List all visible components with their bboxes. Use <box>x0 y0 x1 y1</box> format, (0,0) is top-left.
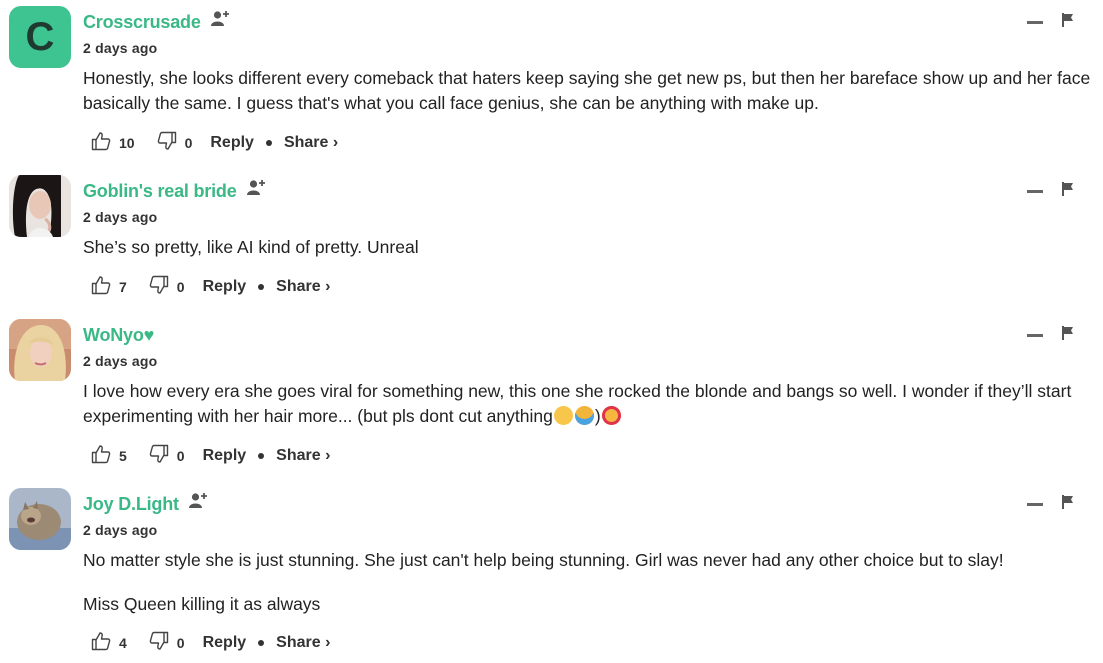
separator-dot <box>265 139 272 146</box>
dislike-count: 0 <box>184 134 193 151</box>
avatar[interactable]: C <box>9 6 71 68</box>
minus-icon[interactable] <box>1027 190 1043 193</box>
avatar[interactable] <box>9 319 71 381</box>
like-count: 10 <box>119 134 135 151</box>
dislike-count: 0 <box>176 278 185 295</box>
add-user-icon[interactable] <box>188 491 209 514</box>
flag-icon[interactable] <box>1062 13 1074 32</box>
separator-dot <box>258 283 265 290</box>
reply-button[interactable]: Reply <box>210 134 254 152</box>
thumbs-down-icon[interactable] <box>149 444 169 467</box>
dislike-count: 0 <box>176 447 185 464</box>
thumbs-up-icon[interactable] <box>91 275 111 298</box>
laughing-emoji-icon <box>553 406 573 425</box>
flag-icon[interactable] <box>1062 326 1074 345</box>
username[interactable]: Crosscrusade <box>83 12 201 33</box>
thumbs-up-icon[interactable] <box>91 444 111 467</box>
reply-button[interactable]: Reply <box>203 278 247 296</box>
share-button[interactable]: Share › <box>276 634 330 652</box>
timestamp: 2 days ago <box>83 40 158 56</box>
comment-text: No matter style she is just stunning. Sh… <box>83 550 1004 570</box>
minus-icon[interactable] <box>1027 21 1043 24</box>
username[interactable]: Joy D.Light <box>83 494 179 515</box>
flag-icon[interactable] <box>1062 182 1074 201</box>
comment: WoNyo♥ 2 days ago I love how every era s… <box>0 313 1103 478</box>
dislike-count: 0 <box>176 634 185 651</box>
minus-icon[interactable] <box>1027 503 1043 506</box>
timestamp: 2 days ago <box>83 353 158 369</box>
avatar[interactable] <box>9 175 71 237</box>
share-button[interactable]: Share › <box>276 278 330 296</box>
reply-button[interactable]: Reply <box>203 447 247 465</box>
like-count: 7 <box>119 278 127 295</box>
share-button[interactable]: Share › <box>284 134 338 152</box>
avatar[interactable] <box>9 488 71 550</box>
timestamp: 2 days ago <box>83 209 158 225</box>
comment: Joy D.Light 2 days ago No matter style s… <box>0 482 1103 663</box>
separator-dot <box>258 639 265 646</box>
timestamp: 2 days ago <box>83 522 158 538</box>
like-count: 5 <box>119 447 127 464</box>
add-user-icon[interactable] <box>210 9 231 32</box>
flag-icon[interactable] <box>1062 495 1074 514</box>
thumbs-down-icon[interactable] <box>149 275 169 298</box>
thumbs-up-icon[interactable] <box>91 631 111 654</box>
smiling-hearts-emoji-icon <box>601 406 621 425</box>
like-count: 4 <box>119 634 127 651</box>
comment: C Crosscrusade 2 days ago Honestly, she … <box>0 0 1103 165</box>
username[interactable]: WoNyo♥ <box>83 325 154 346</box>
separator-dot <box>258 452 265 459</box>
comment: Goblin's real bride 2 days ago She’s so … <box>0 169 1103 309</box>
thumbs-down-icon[interactable] <box>149 631 169 654</box>
add-user-icon[interactable] <box>246 178 267 201</box>
reply-button[interactable]: Reply <box>203 634 247 652</box>
thumbs-down-icon[interactable] <box>157 131 177 154</box>
comment-text: She’s so pretty, like AI kind of pretty.… <box>83 237 419 257</box>
thumbs-up-icon[interactable] <box>91 131 111 154</box>
minus-icon[interactable] <box>1027 334 1043 337</box>
comment-text: I love how every era she goes viral for … <box>83 381 1072 426</box>
comment-text: Honestly, she looks different every come… <box>83 68 1091 113</box>
comment-text-paragraph: Miss Queen killing it as always <box>83 594 321 614</box>
username[interactable]: Goblin's real bride <box>83 181 237 202</box>
share-button[interactable]: Share › <box>276 447 330 465</box>
crying-emoji-icon <box>574 406 594 425</box>
